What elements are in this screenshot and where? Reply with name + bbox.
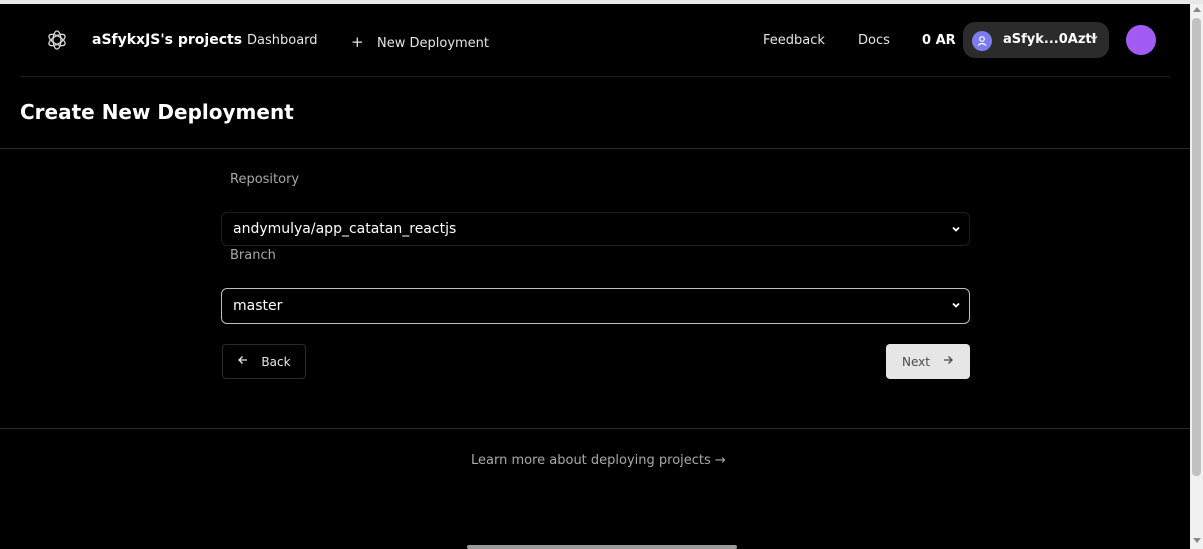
wallet-address: aSfyk...0AztI — [1003, 32, 1097, 47]
scroll-down-icon[interactable] — [1193, 538, 1201, 543]
logo-icon[interactable] — [46, 29, 68, 51]
arrow-right-icon — [942, 354, 954, 369]
learn-more-link[interactable]: Learn more about deploying projects → — [471, 453, 726, 468]
page-title: Create New Deployment — [20, 100, 294, 124]
back-button[interactable]: Back — [222, 344, 306, 379]
title-divider — [0, 148, 1190, 149]
next-button[interactable]: Next — [886, 344, 970, 379]
nav-dashboard-link[interactable]: Dashboard — [247, 33, 318, 48]
arrow-left-icon — [237, 354, 249, 369]
nav-new-deployment-label: New Deployment — [377, 36, 490, 51]
content-divider — [0, 428, 1190, 429]
nav-feedback-link[interactable]: Feedback — [763, 33, 825, 48]
header-divider — [20, 76, 1170, 77]
repository-select-value: andymulya/app_catatan_reactjs — [233, 221, 457, 237]
repository-select[interactable]: andymulya/app_catatan_reactjs — [221, 212, 970, 246]
nav-new-deployment-link[interactable]: + New Deployment — [351, 33, 489, 51]
project-switcher[interactable]: aSfykxJS's projects — [92, 32, 242, 48]
chevron-down-icon — [949, 297, 963, 311]
chevron-down-icon — [1089, 33, 1099, 46]
branch-select[interactable]: master — [221, 288, 970, 324]
vertical-scrollbar[interactable] — [1190, 4, 1203, 549]
scroll-up-icon[interactable] — [1193, 7, 1201, 12]
wallet-dropdown-button[interactable]: aSfyk...0AztI — [963, 22, 1109, 58]
branch-select-value: master — [233, 298, 283, 314]
chevron-down-icon — [949, 221, 963, 235]
branch-label: Branch — [230, 248, 276, 263]
repository-label: Repository — [230, 172, 300, 187]
ar-balance: 0 AR — [922, 33, 956, 48]
back-button-label: Back — [261, 354, 291, 369]
plus-icon: + — [351, 33, 364, 51]
scrollbar-thumb[interactable] — [1192, 18, 1201, 476]
avatar[interactable] — [1126, 25, 1156, 55]
deployment-page: aSfykxJS's projects Dashboard + New Deplo… — [0, 0, 1203, 549]
horizontal-scrollbar-thumb[interactable] — [467, 545, 737, 549]
next-button-label: Next — [902, 354, 930, 369]
nav-docs-link[interactable]: Docs — [858, 33, 890, 48]
user-icon — [972, 31, 992, 51]
top-navbar: aSfykxJS's projects Dashboard + New Deplo… — [0, 4, 1190, 76]
